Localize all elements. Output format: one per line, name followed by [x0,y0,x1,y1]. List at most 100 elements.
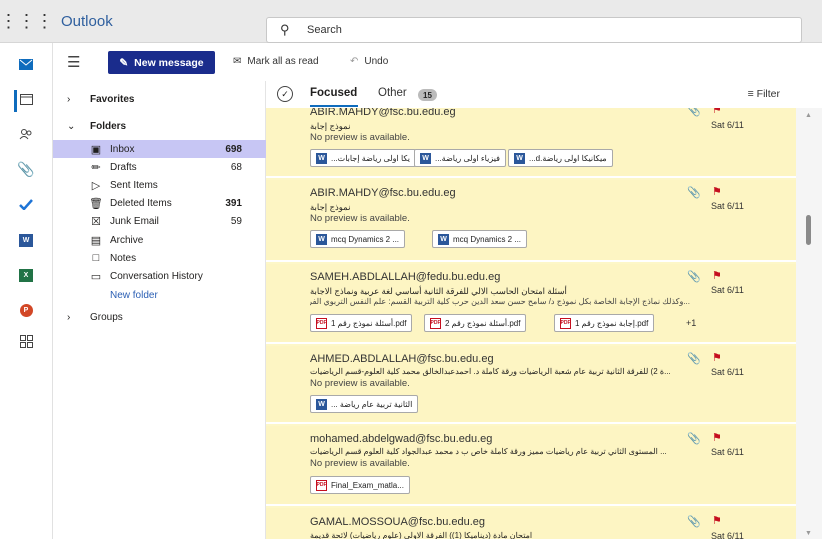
folder-count: 68 [230,161,242,173]
scroll-up-icon[interactable]: ▲ [805,112,812,119]
flag-icon[interactable]: ⚑ [712,269,722,282]
pdf-file-icon: PDF [560,317,571,329]
app-launcher-icon[interactable]: ⋮⋮⋮ [0,0,54,43]
tab-other[interactable]: Other [378,87,407,99]
other-count-badge: 15 [418,89,437,101]
mail-icon[interactable] [14,53,38,75]
word-file-icon: W [438,233,449,245]
pdf-file-icon: PDF [316,317,327,329]
attachment-chip[interactable]: PDF أسئلة نموذج رقم 1.pdf [310,314,413,332]
message-item[interactable]: AHMED.ABDLALLAH@fsc.bu.edu.eg ...ة 2) لل… [266,346,796,424]
message-item[interactable]: SAMEH.ABDLALLAH@fedu.bu.edu.eg أسئلة امت… [266,264,796,344]
todo-icon[interactable] [14,193,38,215]
word-icon[interactable]: W [14,229,38,251]
folder-item-sent[interactable]: ▷ Sent Items [53,176,266,194]
folder-item-archive[interactable]: ▤ Archive [53,231,266,249]
scroll-down-icon[interactable]: ▼ [805,530,812,537]
flag-icon[interactable]: ⚑ [712,185,722,198]
folder-item-inbox[interactable]: ▣ Inbox 698 [53,140,266,158]
folders-header[interactable]: ⌄ Folders [53,117,266,135]
top-bar: ⋮⋮⋮ Outlook ⚲ Search [0,0,822,43]
folder-item-junk[interactable]: ☒ Junk Email 59 [53,212,266,230]
message-list-scrollbar[interactable]: ▲ ▼ [796,108,822,539]
flag-icon[interactable]: ⚑ [712,108,722,116]
undo-button[interactable]: ↶ Undo [350,56,388,67]
excel-icon[interactable]: X [14,264,38,286]
attachment-chip[interactable]: Wmcq Dynamics 2 ... [432,230,528,248]
groups-label: Groups [90,311,123,323]
attachment-chip[interactable]: PDF Final_Exam_matla... [310,476,410,494]
favorites-header[interactable]: › Favorites [53,90,266,108]
folder-count: 391 [225,197,242,209]
tab-focused-underline [310,105,358,107]
message-date: Sat 6/11 [711,201,744,211]
message-item[interactable]: mohamed.abdelgwad@fsc.bu.edu.eg ... المس… [266,426,796,506]
more-attachments-count[interactable]: +1 [686,318,696,328]
flag-icon[interactable]: ⚑ [712,431,722,444]
attachment-chip[interactable]: W ...فيزياء اولى رياضة [414,149,506,167]
app-rail: 📎 W X P [0,43,53,539]
attachment-chip[interactable]: PDF أسئلة نموذج رقم 2.pdf [424,314,527,332]
attachment-chip[interactable]: W ...d.ميكانيكا اولى رياضة [508,149,613,167]
new-folder-link[interactable]: New folder [53,286,266,304]
paperclip-icon[interactable]: 📎 [14,158,38,180]
message-item[interactable]: GAMAL.MOSSOUA@fsc.bu.edu.eg امتحان مادة … [266,508,796,539]
filter-button[interactable]: ≡ Filter [748,88,780,100]
select-all-checkbox-icon[interactable]: ✓ [277,86,293,102]
mark-all-read-button[interactable]: ✉ Mark all as read [233,56,319,67]
paperclip-icon: 📎 [687,433,701,445]
mark-all-read-label: Mark all as read [247,56,319,67]
inbox-icon: ▣ [90,143,102,156]
chevron-right-icon: › [67,311,71,323]
search-box[interactable]: ⚲ Search [266,17,802,43]
message-item[interactable]: ABIR.MAHDY@fsc.bu.edu.eg نموذج إجابة No … [266,108,796,178]
paperclip-icon: 📎 [687,271,701,283]
attachment-chip[interactable]: W ...يكا اولى رياضة إجابات [310,149,417,167]
attachment-name: ...يكا اولى رياضة إجابات [331,153,411,163]
compose-icon: ✎ [119,56,129,69]
paperclip-icon: 📎 [687,108,701,117]
new-message-button[interactable]: ✎ New message [108,51,215,74]
undo-icon: ↶ [350,56,359,67]
message-preview: No preview is available. [310,458,410,469]
scrollbar-thumb[interactable] [806,215,811,245]
word-file-icon: W [420,152,431,164]
folder-item-conversation-history[interactable]: ▭ Conversation History [53,267,266,285]
word-file-icon: W [316,152,327,164]
message-sender: ABIR.MAHDY@fsc.bu.edu.eg [310,108,456,118]
attachment-name: أسئلة نموذج رقم 1.pdf [331,318,407,328]
message-subject: نموذج إجابة [310,121,351,131]
folder-label: Deleted Items [110,197,172,209]
send-icon: ▷ [91,179,101,192]
message-subject: ... المستوى الثاني تربية عام رياضيات ممي… [310,447,667,456]
pdf-file-icon: PDF [430,317,441,329]
calendar-icon[interactable] [14,88,38,110]
message-subject: امتحان مادة (ديناميكا (1)) الفرقة الاولى… [310,531,533,539]
filter-label: Filter [756,88,780,100]
folder-item-notes[interactable]: □ Notes [53,249,266,267]
attachment-chip[interactable]: W ... الثانية تربية عام رياضة [310,395,419,413]
app-name[interactable]: Outlook [61,13,113,30]
attachment-name: mcq Dynamics 2 ... [453,234,522,244]
message-item[interactable]: ABIR.MAHDY@fsc.bu.edu.eg نموذج إجابة No … [266,180,796,262]
hamburger-menu-icon[interactable]: ☰ [67,53,80,71]
flag-icon[interactable]: ⚑ [712,514,722,527]
undo-label: Undo [364,56,389,67]
search-input[interactable]: Search [307,24,342,36]
attachment-chip[interactable]: PDF إجابة نموذج رقم 1.pdf [554,314,655,332]
attachment-name: ...d.ميكانيكا اولى رياضة [529,153,607,163]
powerpoint-icon[interactable]: P [14,299,38,321]
apps-icon[interactable] [14,330,38,352]
groups-header[interactable]: › Groups [53,308,266,326]
folder-item-drafts[interactable]: ✏ Drafts 68 [53,158,266,176]
paperclip-icon: 📎 [687,187,701,199]
attachment-name: mcq Dynamics 2 ... [331,234,400,244]
folder-count: 59 [230,215,242,227]
folder-item-deleted[interactable]: 🗑 Deleted Items 391 [53,194,266,212]
attachment-chip[interactable]: Wmcq Dynamics 2 ... [310,230,406,248]
attachment-name: Final_Exam_matla... [331,480,404,490]
folder-label: Sent Items [110,179,158,191]
flag-icon[interactable]: ⚑ [712,351,722,364]
tab-focused[interactable]: Focused [310,87,357,99]
people-icon[interactable] [14,123,38,145]
